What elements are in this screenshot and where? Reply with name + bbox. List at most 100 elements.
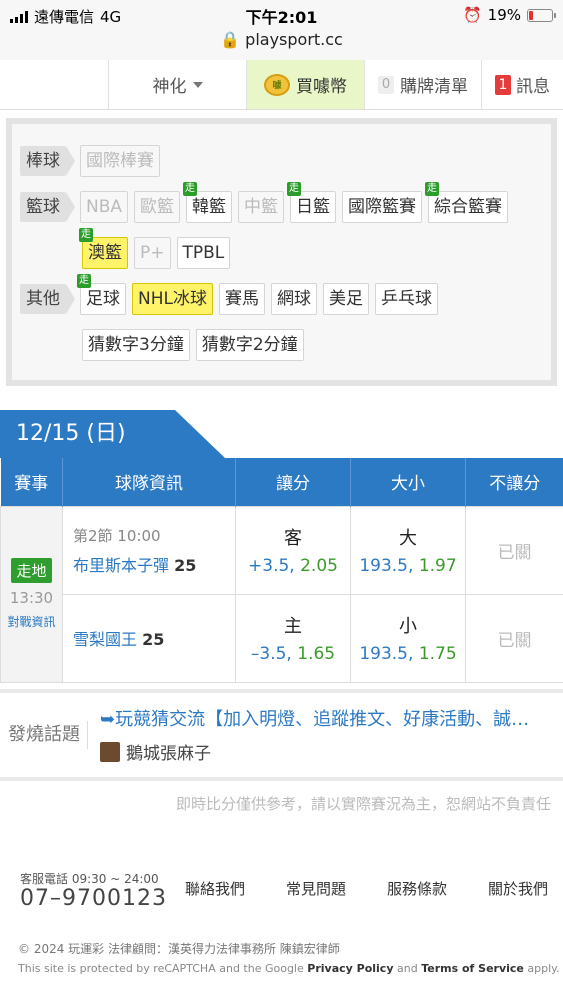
col-header-spread: 讓分 xyxy=(235,458,351,506)
category-tag-label: 綜合籃賽 xyxy=(434,197,503,217)
category-tag[interactable]: 猜數字3分鐘 xyxy=(82,329,190,361)
battery-label: 19% xyxy=(487,6,521,24)
category-tag[interactable]: 中籃 xyxy=(238,191,285,223)
category-head-baseball: 棒球 xyxy=(20,146,75,176)
spread-side: 主 xyxy=(284,616,302,637)
live-badge: 走 xyxy=(287,182,302,196)
category-tag[interactable]: 網球 xyxy=(270,283,317,315)
team-name[interactable]: 布里斯本子彈 xyxy=(73,556,169,575)
total-line: 193.5, xyxy=(359,644,414,664)
total-side: 大 xyxy=(399,528,417,549)
footer-link-contact[interactable]: 聯絡我們 xyxy=(185,878,245,899)
god-label: 神化 xyxy=(152,77,187,97)
disclaimer: 即時比分僅供參考，請以實際賽況為主，恕網站不負責任 xyxy=(175,794,551,813)
category-tag-label: 韓籃 xyxy=(192,197,227,217)
buy-coin-button[interactable]: 噱 買噱幣 xyxy=(246,60,364,109)
total-odds: 1.75 xyxy=(418,644,457,664)
moneyline-cell: 已關 xyxy=(465,505,563,595)
spread-cell[interactable]: 客 +3.5, 2.05 xyxy=(235,505,351,595)
live-badge: 走 xyxy=(425,182,440,196)
category-row-basketball: 籃球 NBA 歐籃 走韓籃 中籃 走日籃 國際籃賽 走綜合籃賽 xyxy=(20,182,543,230)
total-odds: 1.97 xyxy=(418,556,457,576)
live-badge: 走 xyxy=(77,274,91,288)
footer-link-terms[interactable]: 服務條款 xyxy=(387,878,447,899)
team-cell-away: 第2節 10:00 布里斯本子彈 25 xyxy=(62,505,236,595)
category-tag[interactable]: 走韓籃 xyxy=(183,182,233,223)
message-label: 訊息 xyxy=(516,77,550,97)
col-header-total: 大小 xyxy=(350,458,466,506)
matchup-info-link[interactable]: 對戰資訊 xyxy=(1,613,62,630)
message-button[interactable]: 1 訊息 xyxy=(481,60,563,109)
total-side: 小 xyxy=(399,616,417,637)
footer-link-about[interactable]: 關於我們 xyxy=(488,878,548,899)
hot-topic-author[interactable]: 鵝城張麻子 xyxy=(100,739,563,764)
category-head-other: 其他 xyxy=(20,284,75,314)
spread-side: 客 xyxy=(284,528,302,549)
moneyline-cell: 已關 xyxy=(465,593,563,683)
category-tag[interactable]: 走日籃 xyxy=(287,182,337,223)
category-tag[interactable]: 歐籃 xyxy=(134,191,181,223)
game-time: 13:30 xyxy=(9,589,54,607)
terms-of-service-link[interactable]: Terms of Service xyxy=(421,962,524,975)
address-bar[interactable]: 🔒 playsport.cc xyxy=(0,30,563,49)
battery-icon xyxy=(527,8,556,22)
total-cell[interactable]: 大 193.5, 1.97 xyxy=(350,505,466,595)
footer-links: 聯絡我們 常見問題 服務條款 關於我們 xyxy=(185,878,548,899)
category-tag[interactable]: 走足球 xyxy=(77,274,126,315)
game-period: 第2節 10:00 xyxy=(73,526,161,545)
alarm-icon: ⏰ xyxy=(462,6,482,24)
total-line: 193.5, xyxy=(359,556,414,576)
hot-topic: 發燒話題 ➥玩競猜交流【加入明燈、追蹤推文、好康活動、誠… 鵝城張麻子 xyxy=(0,688,563,781)
footer-link-faq[interactable]: 常見問題 xyxy=(286,878,346,899)
table-header-row: 賽事 球隊資訊 讓分 大小 不讓分 xyxy=(0,458,563,506)
category-tag[interactable]: 猜數字2分鐘 xyxy=(195,329,304,361)
team-score: 25 xyxy=(142,630,165,649)
category-tag[interactable]: NHL冰球 xyxy=(132,283,213,315)
spread-cell[interactable]: 主 –3.5, 1.65 xyxy=(235,593,351,683)
status-right: ⏰ 19% xyxy=(462,6,556,24)
category-row-baseball: 棒球 國際棒賽 xyxy=(20,138,543,184)
spread-line: –3.5, xyxy=(250,644,292,664)
category-head-basketball: 籃球 xyxy=(20,192,75,222)
avatar xyxy=(100,741,120,762)
category-tag-selected[interactable]: 走澳籃 xyxy=(79,228,128,269)
category-tag[interactable]: 賽馬 xyxy=(218,283,265,315)
category-tag[interactable]: 走綜合籃賽 xyxy=(425,182,509,223)
recaptcha-text: This site is protected by reCAPTCHA and … xyxy=(18,962,304,975)
list-count-badge: 0 xyxy=(378,75,394,94)
message-count-badge: 1 xyxy=(495,74,511,95)
purchase-list-button[interactable]: 0 購牌清單 xyxy=(364,60,481,109)
games-table: 賽事 球隊資訊 讓分 大小 不讓分 走地 13:30 對戰資訊 第2節 10:0… xyxy=(0,458,563,683)
col-header-moneyline: 不讓分 xyxy=(465,458,563,506)
category-tag[interactable]: 國際籃賽 xyxy=(342,191,423,223)
total-cell[interactable]: 小 193.5, 1.75 xyxy=(350,593,466,683)
category-row-other: 其他 走足球 NHL冰球 賽馬 網球 美足 乒乓球 xyxy=(20,274,543,322)
privacy-policy-link[interactable]: Privacy Policy xyxy=(307,962,393,975)
spread-line: +3.5, xyxy=(248,556,295,576)
category-tag[interactable]: TPBL xyxy=(176,237,231,269)
god-dropdown[interactable]: 神化 xyxy=(108,60,246,109)
date-tab[interactable]: 12/15 (日) xyxy=(0,410,225,458)
live-badge: 走地 xyxy=(11,558,52,583)
category-tag[interactable]: P+ xyxy=(134,237,171,269)
category-row-basketball-2: 走澳籃 P+ TPBL xyxy=(20,228,543,276)
category-tag[interactable]: 美足 xyxy=(322,283,369,315)
service-phone[interactable]: 07–9700123 xyxy=(20,886,167,911)
top-nav: 神化 噱 買噱幣 0 購牌清單 1 訊息 xyxy=(0,60,563,110)
team-cell-home: 雪梨國王 25 xyxy=(62,593,236,683)
lock-icon: 🔒 xyxy=(220,30,241,49)
category-panel: 棒球 國際棒賽 籃球 NBA 歐籃 走韓籃 中籃 走日籃 國際籃賽 走綜合籃賽 … xyxy=(6,118,557,386)
hot-topic-link[interactable]: ➥玩競猜交流【加入明燈、追蹤推文、好康活動、誠… xyxy=(100,705,563,731)
category-tag[interactable]: NBA xyxy=(80,191,129,223)
col-header-team: 球隊資訊 xyxy=(62,458,236,506)
live-badge: 走 xyxy=(183,182,198,196)
category-tag-label: 日籃 xyxy=(296,197,331,217)
live-badge: 走 xyxy=(79,228,93,242)
category-tag-label: 澳籃 xyxy=(88,243,122,263)
category-tag[interactable]: 乒乓球 xyxy=(374,283,438,315)
category-tag[interactable]: 國際棒賽 xyxy=(80,145,160,177)
coin-icon: 噱 xyxy=(264,73,290,96)
chevron-down-icon xyxy=(192,81,203,88)
team-name[interactable]: 雪梨國王 xyxy=(73,630,137,649)
